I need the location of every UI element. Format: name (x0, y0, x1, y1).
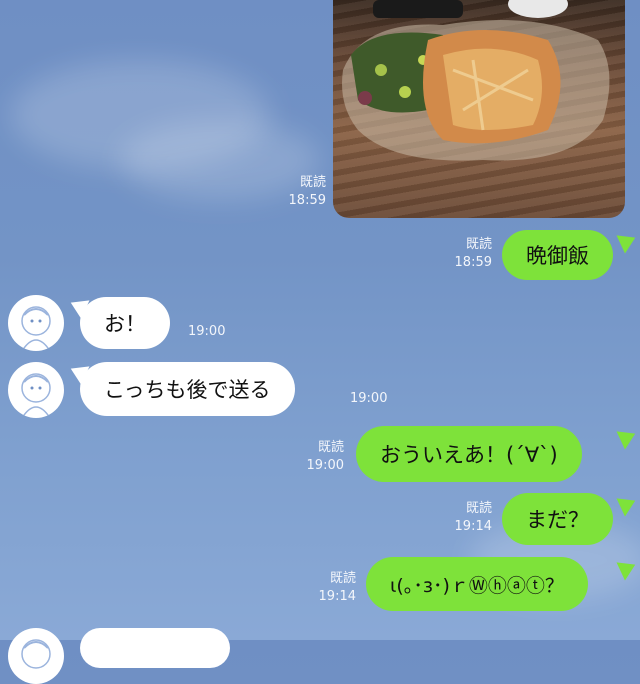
read-receipt: 既読 (465, 237, 492, 252)
timestamp: 19:00 (188, 324, 226, 339)
avatar[interactable] (8, 295, 64, 351)
timestamp: 19:14 (318, 589, 356, 604)
bubble-tail (616, 228, 640, 254)
bubble-tail (616, 491, 640, 517)
message-text: お！ (104, 312, 146, 336)
message-text: 晩御飯 (526, 244, 589, 268)
avatar[interactable] (8, 362, 64, 418)
photo-message-status: 既読 18:59 (278, 174, 326, 210)
message-text: おういえあ！(´∀`) (380, 443, 558, 467)
message-status: 既読 19:14 (444, 500, 492, 536)
outgoing-message-bubble[interactable]: ι(｡･з･)ｒⓌⓗⓐⓣ？ (366, 557, 588, 611)
contact-avatar-icon (21, 639, 51, 669)
incoming-message-bubble[interactable] (80, 628, 230, 668)
timestamp: 18:59 (288, 193, 326, 208)
timestamp: 19:00 (306, 458, 344, 473)
outgoing-message-bubble[interactable]: おういえあ！(´∀`) (356, 426, 582, 482)
dinner-photo[interactable] (333, 0, 625, 218)
read-receipt: 既読 (465, 501, 492, 516)
outgoing-message-bubble[interactable]: 晩御飯 (502, 230, 613, 280)
incoming-message-bubble[interactable]: お！ (80, 297, 170, 349)
message-status: 既読 19:14 (308, 570, 356, 606)
outgoing-message-bubble[interactable]: まだ？ (502, 493, 613, 545)
read-receipt: 既読 (317, 440, 344, 455)
message-status: 既読 19:00 (296, 439, 344, 475)
incoming-message-bubble[interactable]: こっちも後で送る (80, 362, 295, 416)
avatar[interactable] (8, 628, 64, 684)
timestamp: 19:14 (454, 519, 492, 534)
message-status: 既読 18:59 (446, 236, 492, 272)
read-receipt: 既読 (329, 571, 356, 586)
bubble-tail (616, 424, 640, 450)
message-text: こっちも後で送る (104, 378, 271, 402)
timestamp: 18:59 (454, 255, 492, 270)
read-receipt: 既読 (299, 175, 326, 190)
message-text: ι(｡･з･)ｒⓌⓗⓐⓣ？ (390, 574, 564, 597)
message-text: まだ？ (526, 508, 589, 532)
dinner-photo-icon (342, 0, 610, 161)
timestamp: 19:00 (350, 391, 388, 406)
chat-view: 既読 18:59 既読 18:59 晩御飯 お！ 19:00 こっちも後で送る … (0, 0, 640, 684)
contact-avatar-icon (21, 373, 51, 418)
contact-avatar-icon (21, 306, 51, 351)
